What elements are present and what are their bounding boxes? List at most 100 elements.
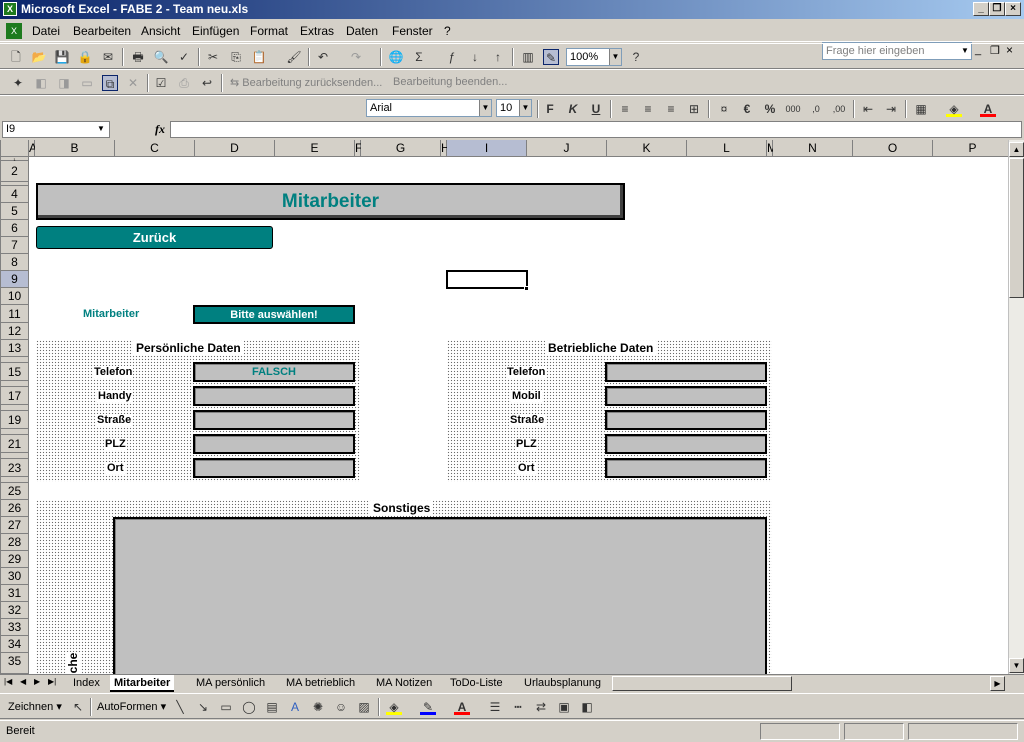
spellcheck-icon[interactable]: ✓ [176,49,192,65]
menu-datei[interactable]: Datei [32,24,60,38]
percent-icon[interactable]: % [762,101,778,117]
menu-einfuegen[interactable]: Einfügen [192,24,239,38]
next-sheet-icon[interactable]: ▶ [34,677,40,686]
vertical-scrollbar[interactable]: ▲ ▼ [1008,140,1024,674]
business-phone-field[interactable] [605,362,767,382]
row-header-12[interactable]: 12 [1,323,29,340]
permission-icon[interactable]: 🔒 [77,49,93,65]
row-header-15[interactable]: 15 [1,363,29,381]
bold-icon[interactable]: F [542,101,558,117]
scroll-down-icon[interactable]: ▼ [1009,658,1024,673]
autosum-icon[interactable]: Σ [411,49,427,65]
menu-daten[interactable]: Daten [346,24,378,38]
street-field[interactable] [193,410,355,430]
currency-icon[interactable]: ¤ [716,101,732,117]
undo-icon[interactable]: ↶ [315,49,331,65]
row-header-17[interactable]: 17 [1,387,29,405]
row-header-21[interactable]: 21 [1,435,29,453]
oval-icon[interactable]: ◯ [241,699,257,715]
tab-ma-notizen[interactable]: MA Notizen [372,675,436,692]
copy-icon[interactable]: ⎘ [228,49,244,65]
row-header-6[interactable]: 6 [1,220,29,237]
back-button[interactable]: Zurück [36,226,273,249]
menu-ansicht[interactable]: Ansicht [141,24,180,38]
row-header-26[interactable]: 26 [1,500,29,517]
name-box[interactable]: I9 [2,121,110,138]
business-zip-field[interactable] [605,434,767,454]
track-changes-icon[interactable]: ☑ [153,75,169,91]
italic-icon[interactable]: K [565,101,581,117]
format-painter-icon[interactable]: 🖌 [286,49,302,65]
decrease-indent-icon[interactable]: ⇤ [860,101,876,117]
row-header-27[interactable]: 27 [1,517,29,534]
select-all-corner[interactable] [1,140,29,157]
picture-icon[interactable]: ▨ [356,699,372,715]
send-icon[interactable]: ⎙ [176,75,192,91]
row-header-4[interactable]: 4 [1,186,29,203]
increase-indent-icon[interactable]: ⇥ [883,101,899,117]
sort-desc-icon[interactable]: ↑ [490,49,506,65]
row-header-29[interactable]: 29 [1,551,29,568]
align-center-icon[interactable]: ≡ [640,101,656,117]
col-header-b[interactable]: B [35,140,115,157]
col-header-j[interactable]: J [527,140,607,157]
hyperlink-icon[interactable]: 🌐 [388,49,404,65]
col-header-i[interactable]: I [447,140,527,157]
print-preview-icon[interactable]: 🔍 [153,49,169,65]
arrow-style-icon[interactable]: ⇄ [533,699,549,715]
business-city-field[interactable] [605,458,767,478]
row-header-11[interactable]: 11 [1,305,29,323]
new-icon[interactable]: 🗋 [8,49,24,65]
row-header-9[interactable]: 9 [1,271,29,288]
row-header-19[interactable]: 19 [1,411,29,429]
decrease-decimal-icon[interactable]: ,00 [831,101,847,117]
borders-icon[interactable]: ▦ [913,101,929,117]
wordart-icon[interactable]: A [287,699,303,715]
active-cell[interactable] [446,270,528,289]
col-header-d[interactable]: D [195,140,275,157]
chevron-down-icon[interactable]: ▼ [97,124,105,133]
previous-comment-icon[interactable]: ◧ [33,75,49,91]
line-icon[interactable]: ╲ [172,699,188,715]
business-street-field[interactable] [605,410,767,430]
chevron-down-icon[interactable]: ▼ [479,100,491,116]
row-header-23[interactable]: 23 [1,459,29,477]
col-header-o[interactable]: O [853,140,933,157]
last-sheet-icon[interactable]: ▶| [48,677,56,686]
scroll-right-icon[interactable]: ▶ [990,676,1005,691]
drawing-icon[interactable]: ✎ [543,49,559,65]
row-header-30[interactable]: 30 [1,568,29,585]
col-header-p[interactable]: P [933,140,1008,157]
next-comment-icon[interactable]: ◨ [56,75,72,91]
new-comment-icon[interactable]: ✦ [10,75,26,91]
excel-icon[interactable]: X [3,2,17,16]
rectangle-icon[interactable]: ▭ [218,699,234,715]
row-header-2[interactable]: 2 [1,161,29,182]
save-icon[interactable]: 💾 [54,49,70,65]
row-header-31[interactable]: 31 [1,585,29,602]
document-icon[interactable]: X [6,23,22,39]
show-all-comments-icon[interactable]: ⧉ [102,75,118,91]
select-objects-icon[interactable]: ↖ [70,699,86,715]
euro-icon[interactable]: € [739,101,755,117]
autoshapes-button[interactable]: AutoFormen ▾ [97,700,166,713]
row-header-8[interactable]: 8 [1,254,29,271]
print-icon[interactable]: 🖶 [130,49,146,65]
chart-icon[interactable]: ▥ [520,49,536,65]
shadow-icon[interactable]: ▣ [556,699,572,715]
draw-menu-button[interactable]: Zeichnen ▾ [8,700,62,713]
prev-sheet-icon[interactable]: ◀ [20,677,26,686]
align-right-icon[interactable]: ≡ [663,101,679,117]
row-header-5[interactable]: 5 [1,203,29,220]
show-comment-icon[interactable]: ▭ [79,75,95,91]
chevron-down-icon[interactable]: ▼ [519,100,531,116]
menu-help[interactable]: ? [444,24,451,38]
underline-icon[interactable]: U [588,101,604,117]
fill-color-icon[interactable]: ◈ [946,101,962,117]
font-select[interactable]: Arial ▼ [366,99,492,117]
textbox-icon[interactable]: ▤ [264,699,280,715]
merge-center-icon[interactable]: ⊞ [686,101,702,117]
minimize-button[interactable]: _ [973,2,989,16]
city-field[interactable] [193,458,355,478]
row-header-32[interactable]: 32 [1,602,29,619]
